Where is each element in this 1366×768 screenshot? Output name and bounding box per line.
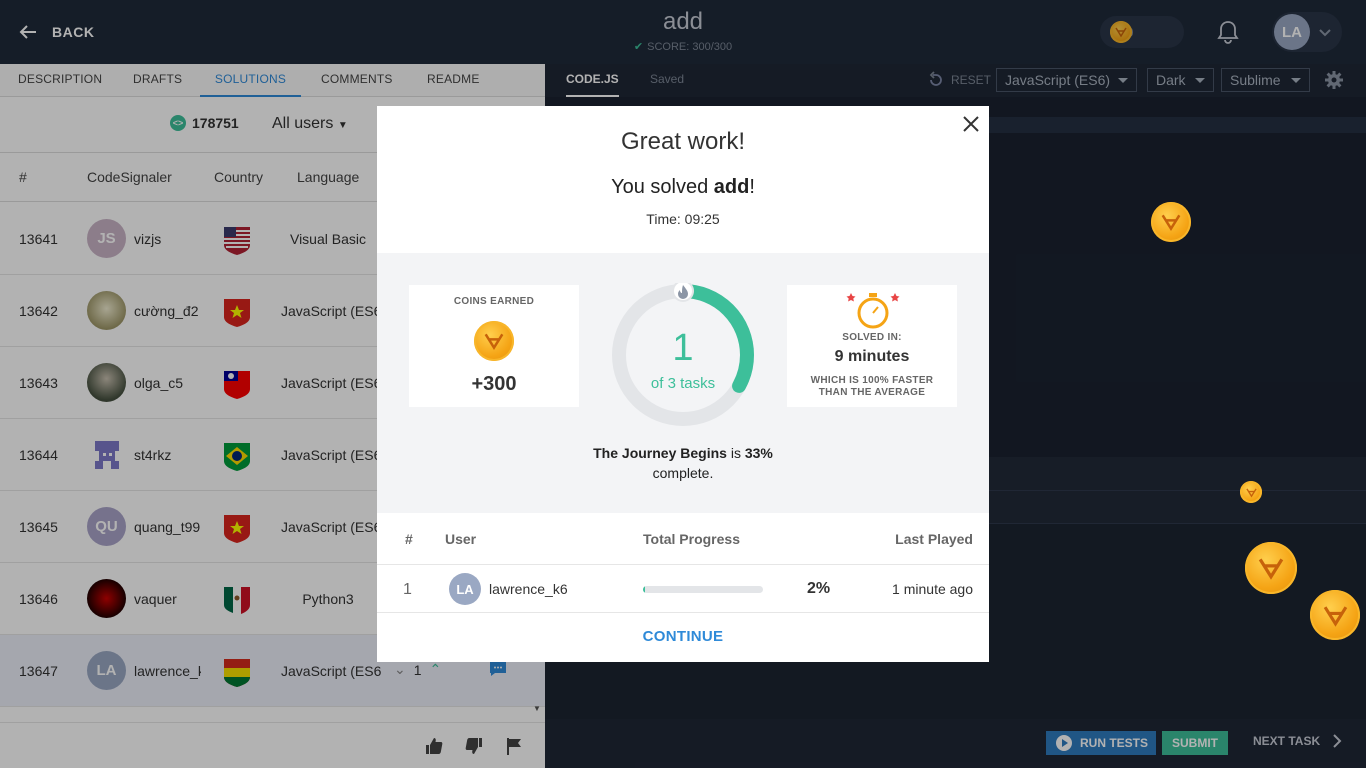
total-progress-fill: [643, 586, 646, 593]
lb-username: lawrence_k6: [489, 581, 568, 597]
solved-prefix: You solved: [611, 176, 714, 198]
lb-progress-percent: 2%: [807, 580, 831, 597]
floating-coin-icon: [1240, 481, 1262, 503]
solved-in-caption: SOLVED IN:: [842, 332, 902, 343]
journey-complete: complete.: [652, 465, 714, 481]
success-modal: Great work! You solved add! Time: 09:25 …: [377, 106, 989, 662]
journey-percent: 33%: [744, 445, 773, 461]
tasks-done: 1: [672, 327, 694, 369]
floating-coin-icon: [1151, 202, 1191, 242]
solved-in-value: 9 minutes: [834, 348, 910, 365]
leaderboard-row[interactable]: 1 LA lawrence_k6 2% 1 minute ago: [377, 565, 989, 613]
lb-col-num: #: [405, 531, 413, 547]
total-progress-bar: [643, 586, 763, 593]
journey-progress-text: The Journey Begins is 33% complete.: [377, 443, 989, 483]
lb-last-played: 1 minute ago: [892, 581, 973, 597]
progress-ring: 1 of 3 tasks: [611, 280, 755, 427]
journey-name: The Journey Begins: [593, 445, 727, 461]
floating-coin-icon: [1310, 590, 1360, 640]
lb-col-last-played: Last Played: [895, 531, 973, 547]
coin-icon: [474, 321, 514, 361]
solved-message: You solved add!: [377, 176, 989, 199]
tasks-total: of 3 tasks: [650, 375, 716, 392]
journey-is: is: [726, 445, 745, 461]
solved-in-card: SOLVED IN: 9 minutes WHICH IS 100% FASTE…: [787, 285, 957, 407]
stopwatch-icon: [846, 293, 900, 329]
faster-text: WHICH IS 100% FASTER THAN THE AVERAGE: [810, 375, 934, 398]
coins-earned-card: COINS EARNED +300: [409, 285, 579, 407]
lb-col-progress: Total Progress: [643, 531, 740, 547]
modal-title: Great work!: [620, 128, 746, 155]
solve-time: Time: 09:25: [646, 211, 720, 227]
avatar: LA: [449, 573, 481, 605]
continue-button[interactable]: CONTINUE: [377, 614, 989, 662]
solved-task-name: add: [713, 176, 750, 198]
coins-earned-caption: COINS EARNED: [453, 296, 535, 307]
leaderboard-header: # User Total Progress Last Played: [377, 513, 989, 565]
stats-section: COINS EARNED +300 1 of 3 tasks SOLVED IN…: [377, 253, 989, 513]
floating-coin-icon: [1245, 542, 1297, 594]
solved-suffix: !: [749, 176, 755, 198]
coins-earned-value: +300: [471, 373, 517, 395]
lb-col-user: User: [445, 531, 477, 547]
lb-rank: 1: [403, 581, 412, 598]
